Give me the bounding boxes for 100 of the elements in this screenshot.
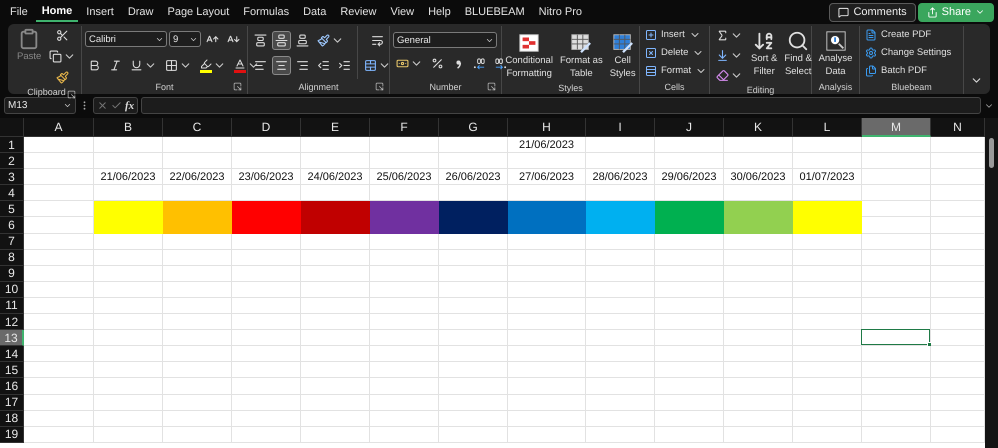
bluebeam-button[interactable]: Create PDF (863, 28, 954, 42)
cells-button[interactable]: Insert (643, 28, 710, 42)
table-cell[interactable] (586, 234, 655, 250)
table-cell[interactable] (931, 378, 985, 394)
filled-cell[interactable] (508, 217, 586, 234)
table-cell[interactable] (508, 266, 586, 282)
table-cell[interactable] (439, 346, 508, 362)
table-cell[interactable] (370, 378, 439, 394)
row-header[interactable]: 9 (0, 266, 24, 282)
table-cell[interactable] (439, 394, 508, 411)
filled-cell[interactable] (439, 201, 508, 218)
filled-cell[interactable] (724, 201, 793, 218)
table-cell[interactable] (163, 410, 232, 427)
row-header[interactable]: 5 (0, 201, 24, 218)
table-cell[interactable] (94, 362, 163, 378)
table-cell[interactable] (232, 137, 301, 154)
table-cell[interactable] (931, 266, 985, 282)
row-header[interactable]: 1 (0, 137, 24, 154)
table-cell[interactable] (439, 362, 508, 378)
font-name-field[interactable]: Calibri (85, 31, 167, 47)
table-cell[interactable] (24, 426, 94, 443)
table-cell[interactable] (301, 426, 370, 443)
table-cell[interactable] (370, 234, 439, 250)
column-header[interactable]: F (370, 118, 439, 137)
table-cell[interactable] (931, 169, 985, 186)
table-cell[interactable] (439, 314, 508, 330)
table-cell[interactable] (370, 362, 439, 378)
table-cell[interactable] (724, 314, 793, 330)
table-cell[interactable] (586, 250, 655, 266)
table-cell[interactable] (439, 153, 508, 170)
table-cell[interactable]: 30/06/2023 (724, 169, 793, 186)
table-cell[interactable] (724, 378, 793, 394)
name-box[interactable]: M13 (4, 97, 76, 114)
table-cell[interactable] (793, 346, 862, 362)
table-cell[interactable] (24, 346, 94, 362)
table-cell[interactable] (508, 362, 586, 378)
table-cell[interactable] (94, 266, 163, 282)
column-header[interactable]: K (724, 118, 793, 137)
table-cell[interactable] (724, 346, 793, 362)
styles-button[interactable]: Format as Table (558, 30, 605, 82)
table-cell[interactable] (232, 250, 301, 266)
table-cell[interactable] (655, 250, 724, 266)
table-cell[interactable] (508, 234, 586, 250)
table-cell[interactable]: 29/06/2023 (655, 169, 724, 186)
table-cell[interactable] (931, 314, 985, 330)
table-cell[interactable]: 21/06/2023 (508, 137, 586, 154)
table-cell[interactable] (862, 346, 931, 362)
dialog-launcher-icon[interactable] (487, 82, 496, 91)
table-cell[interactable] (439, 330, 508, 346)
table-cell[interactable] (586, 298, 655, 314)
table-cell[interactable] (724, 250, 793, 266)
column-header[interactable]: J (655, 118, 724, 137)
menu-tab[interactable]: Home (36, 2, 78, 22)
table-cell[interactable] (439, 378, 508, 394)
table-cell[interactable] (508, 410, 586, 427)
table-cell[interactable]: 27/06/2023 (508, 169, 586, 186)
table-cell[interactable] (655, 426, 724, 443)
table-cell[interactable] (655, 346, 724, 362)
table-cell[interactable] (931, 137, 985, 154)
table-cell[interactable] (862, 266, 931, 282)
table-cell[interactable] (94, 330, 163, 346)
table-cell[interactable] (724, 426, 793, 443)
row-header[interactable]: 14 (0, 346, 24, 362)
menu-tab[interactable]: Formulas (237, 3, 296, 21)
table-cell[interactable] (370, 282, 439, 298)
row-header[interactable]: 10 (0, 282, 24, 298)
table-cell[interactable] (370, 394, 439, 411)
table-cell[interactable] (586, 330, 655, 346)
filled-cell[interactable] (301, 217, 370, 234)
table-cell[interactable] (931, 394, 985, 411)
comments-button[interactable]: Comments (829, 2, 916, 22)
row-header[interactable]: 4 (0, 185, 24, 202)
table-cell[interactable] (793, 426, 862, 443)
filled-cell[interactable] (370, 217, 439, 234)
formula-field[interactable] (141, 97, 981, 114)
table-cell[interactable]: 21/06/2023 (94, 169, 163, 186)
column-header[interactable]: M (862, 118, 931, 137)
table-cell[interactable] (24, 410, 94, 427)
table-cell[interactable] (163, 282, 232, 298)
filled-cell[interactable] (232, 201, 301, 218)
menu-tab[interactable]: File (4, 3, 34, 21)
table-cell[interactable] (232, 234, 301, 250)
table-cell[interactable] (24, 378, 94, 394)
table-cell[interactable] (508, 250, 586, 266)
table-cell[interactable] (862, 378, 931, 394)
filled-cell[interactable] (301, 201, 370, 218)
table-cell[interactable] (232, 426, 301, 443)
table-cell[interactable] (655, 410, 724, 427)
table-cell[interactable] (793, 185, 862, 202)
table-cell[interactable] (508, 394, 586, 411)
menu-tab[interactable]: View (384, 3, 420, 21)
table-cell[interactable] (655, 378, 724, 394)
table-cell[interactable] (370, 346, 439, 362)
column-header[interactable]: H (508, 118, 586, 137)
column-header[interactable]: C (163, 118, 232, 137)
column-header[interactable]: G (439, 118, 508, 137)
table-cell[interactable] (793, 314, 862, 330)
editing-button[interactable]: Sort & Filter (749, 26, 780, 85)
table-cell[interactable] (232, 185, 301, 202)
column-header[interactable]: E (301, 118, 370, 137)
